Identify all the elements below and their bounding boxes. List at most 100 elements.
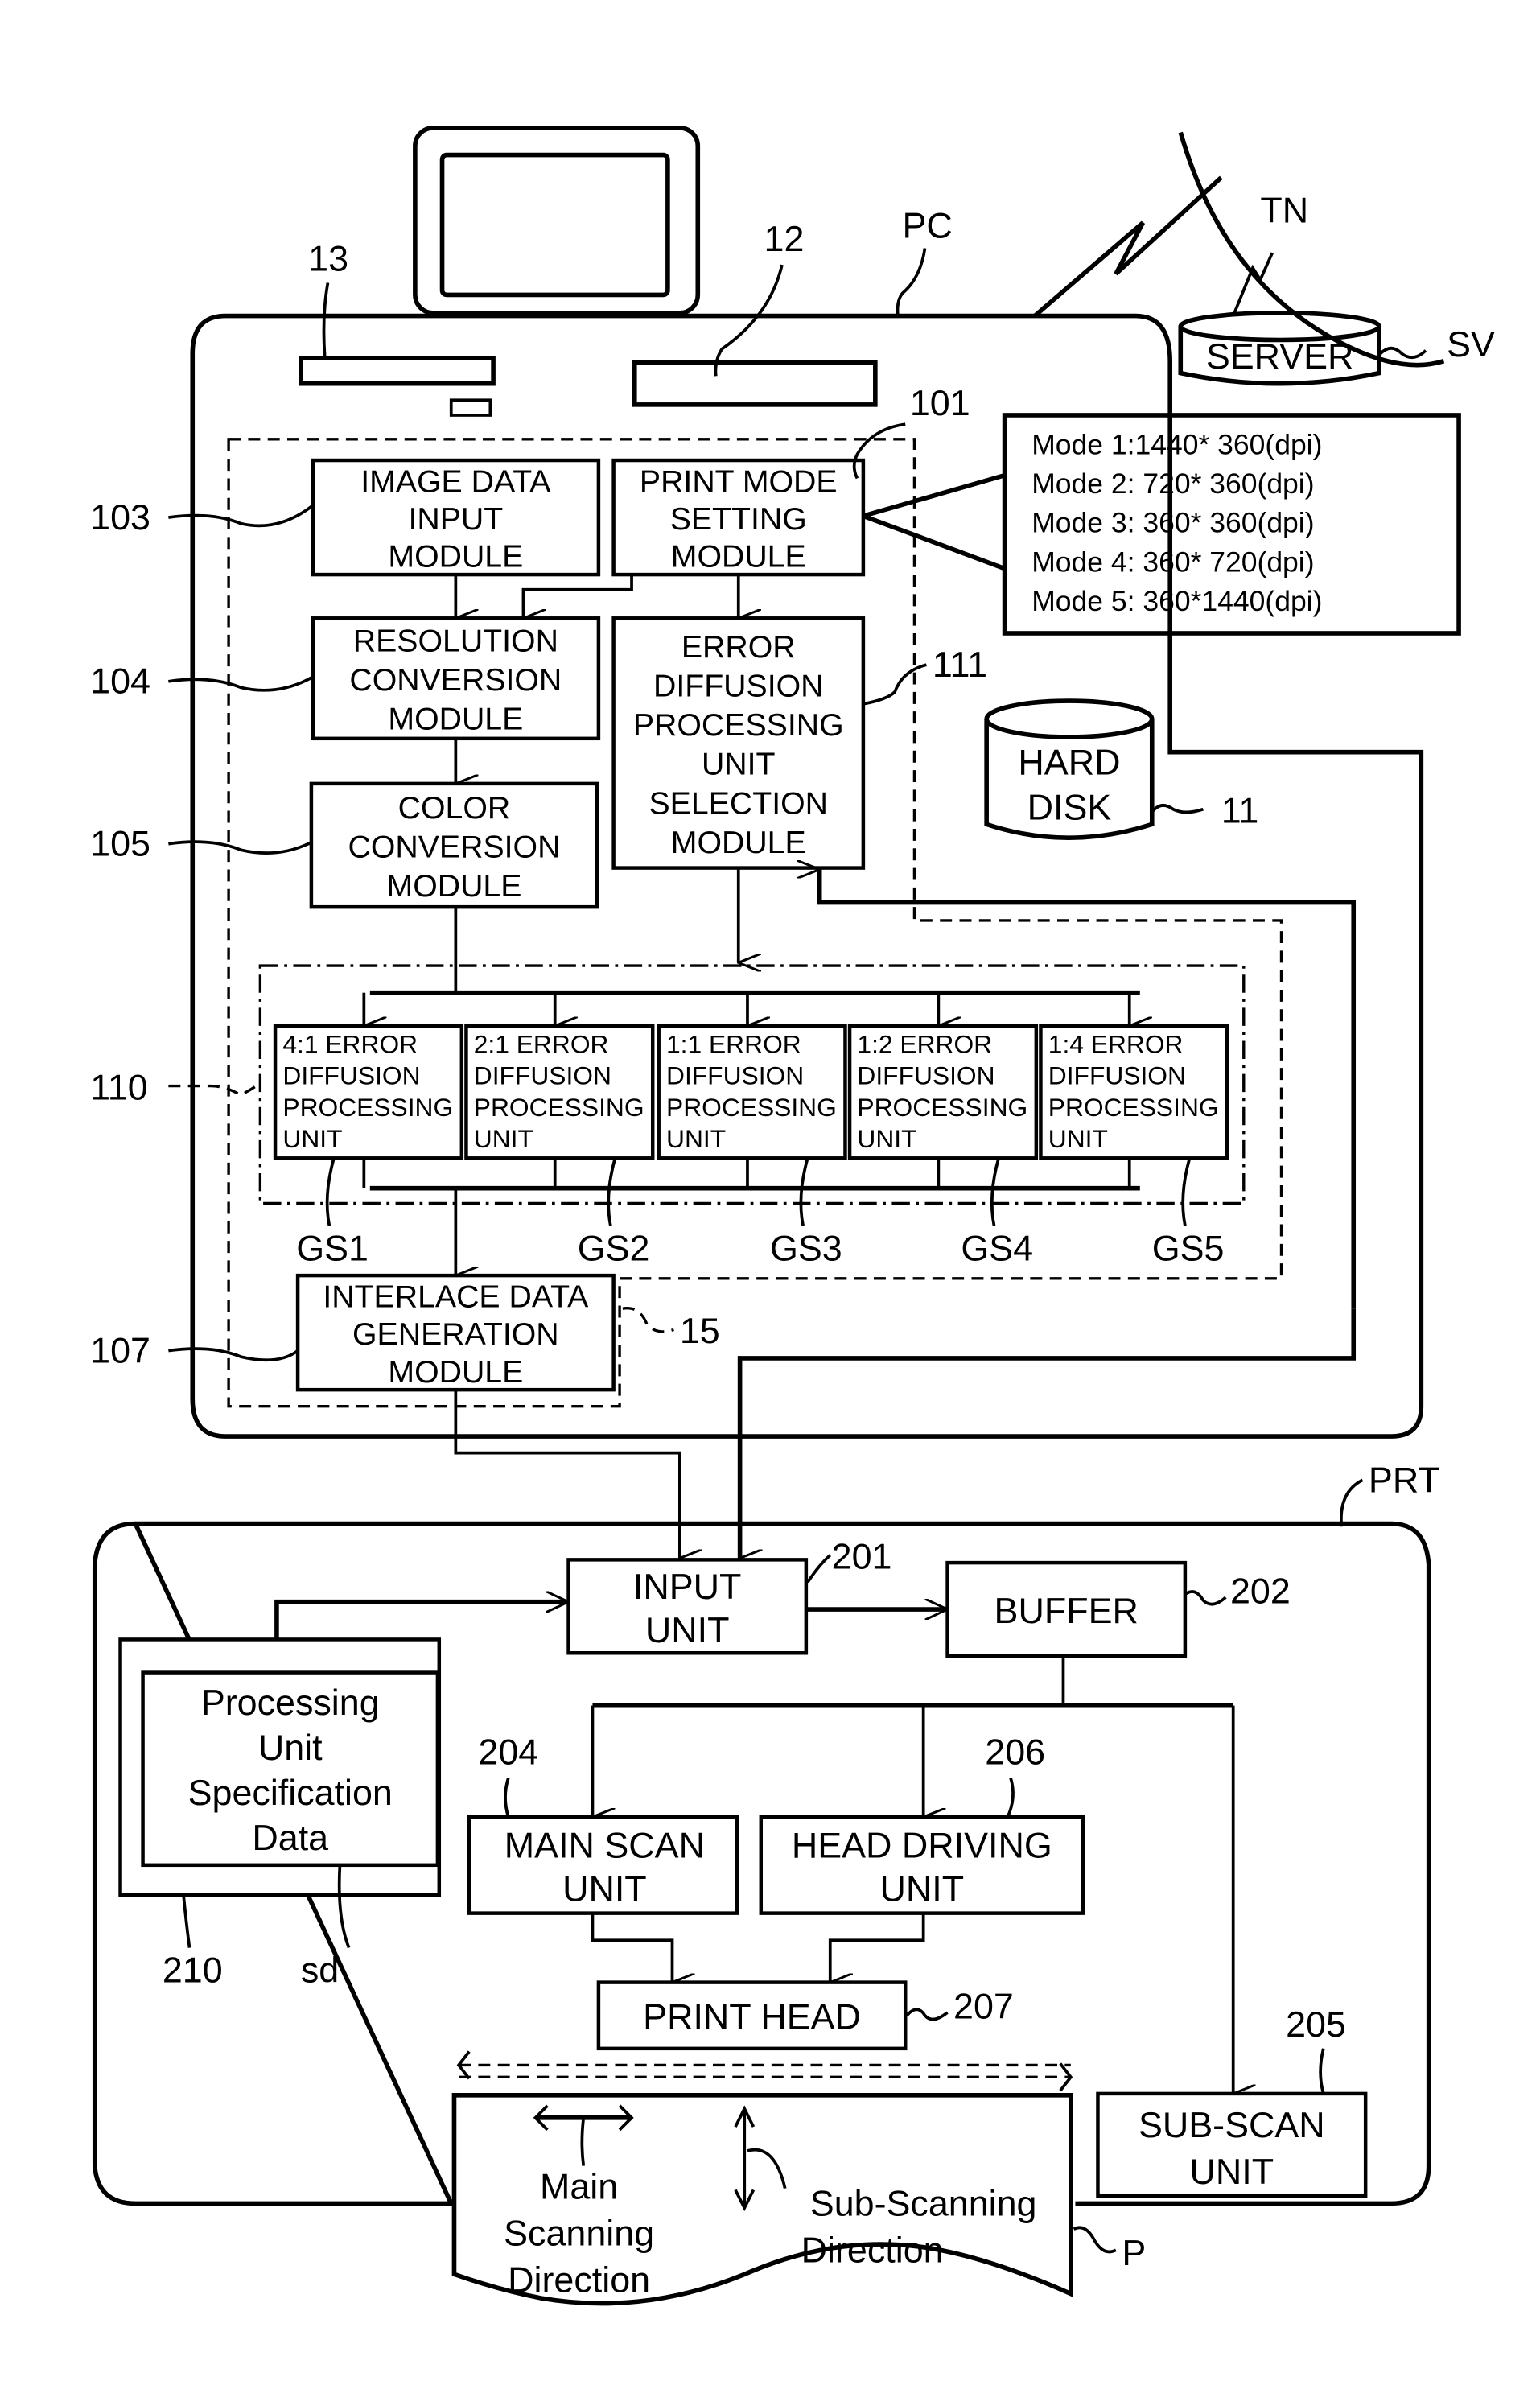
text-line: UNIT	[702, 747, 776, 782]
print-mode-5: Mode 5: 360*1440(dpi)	[1031, 585, 1322, 617]
hard-disk-icon[interactable]: HARD DISK	[984, 698, 1155, 840]
input-unit[interactable]: INPUT UNIT	[566, 1558, 809, 1655]
text-line: MODULE	[388, 702, 523, 737]
callout-lines	[862, 473, 1006, 571]
data-line	[454, 1390, 680, 1558]
resolution-conversion-module[interactable]: RESOLUTION CONVERSION MODULE	[311, 616, 601, 741]
hard-disk-line: DISK	[1027, 787, 1112, 828]
label-210: 210	[163, 1950, 223, 1991]
leader-prt	[1339, 1478, 1364, 1527]
text-line: MAIN SCAN	[504, 1824, 705, 1865]
text-line: INPUT	[408, 501, 503, 537]
text-line: 1:2 ERROR	[857, 1029, 992, 1058]
error-diffusion-unit-5[interactable]: 1:4 ERROR DIFFUSION PROCESSINGUNIT	[1039, 1024, 1229, 1160]
text-line: BUFFER	[994, 1590, 1139, 1631]
network-curve	[1178, 131, 1445, 368]
text-line: PROCESSING	[633, 707, 844, 743]
spec-data-storage-210[interactable]: Processing Unit Specification Data	[118, 1637, 442, 1897]
leader-pc	[896, 248, 927, 316]
monitor-icon	[413, 126, 701, 315]
label-204: 204	[478, 1732, 538, 1773]
print-mode-2: Mode 2: 720* 360(dpi)	[1031, 468, 1314, 500]
drive-13	[299, 356, 496, 386]
text-line: UNIT	[474, 1124, 533, 1153]
sub-dir-text: Direction	[801, 2229, 944, 2270]
leader-sv	[1379, 346, 1427, 359]
text-line: RESOLUTION	[353, 623, 558, 658]
label-12: 12	[764, 218, 805, 259]
main-scan-unit[interactable]: MAIN SCAN UNIT	[467, 1815, 739, 1915]
print-mode-setting-module[interactable]: PRINT MODE SETTING MODULE	[611, 458, 866, 577]
text-line: PROCESSING	[857, 1093, 1027, 1122]
arrow	[274, 1602, 569, 1640]
label-sv: SV	[1447, 323, 1495, 365]
label-gs4: GS4	[961, 1227, 1033, 1268]
text-line: CONVERSION	[348, 829, 561, 864]
text-line: INTERLACE DATA	[323, 1279, 589, 1314]
text-line: PRINT MODE	[640, 463, 838, 499]
text-line: Specification	[188, 1772, 393, 1813]
error-diffusion-unit-3[interactable]: 1:1 ERROR DIFFUSION PROCESSINGUNIT	[657, 1024, 847, 1160]
text-line: MODULE	[387, 868, 522, 904]
color-conversion-module[interactable]: COLOR CONVERSION MODULE	[309, 781, 599, 909]
buffer[interactable]: BUFFER	[945, 1560, 1188, 1658]
text-line: PROCESSING	[474, 1093, 644, 1122]
text-line: MODULE	[388, 539, 523, 575]
leader-12	[714, 264, 784, 377]
server-label: SERVER	[1206, 336, 1354, 377]
text-line: PROCESSING	[666, 1093, 837, 1122]
text-line: MODULE	[671, 825, 806, 860]
drive-button	[449, 398, 492, 417]
print-head[interactable]: PRINT HEAD	[596, 1980, 908, 2051]
label-tn: TN	[1260, 190, 1308, 231]
main-scanning-direction-icon	[533, 2104, 634, 2166]
error-diffusion-unit-2[interactable]: 2:1 ERROR DIFFUSION PROCESSINGUNIT	[464, 1024, 655, 1160]
label-104: 104	[90, 661, 150, 702]
head-driving-unit[interactable]: HEAD DRIVING UNIT	[759, 1815, 1085, 1915]
main-dir-text: Main	[540, 2166, 618, 2207]
print-mode-1: Mode 1:1440* 360(dpi)	[1031, 429, 1322, 461]
label-207: 207	[953, 1985, 1014, 2026]
leader-210	[182, 1895, 191, 1948]
server-icon[interactable]: SERVER	[1178, 311, 1381, 386]
label-105: 105	[90, 823, 150, 864]
sub-scan-unit[interactable]: SUB-SCAN UNIT	[1096, 2091, 1368, 2198]
text-line: Data	[252, 1817, 328, 1858]
label-p: P	[1122, 2232, 1146, 2273]
leader-105	[168, 840, 312, 855]
label-15: 15	[680, 1310, 720, 1351]
sub-scanning-direction-icon	[734, 2105, 787, 2212]
error-diffusion-selection-module[interactable]: ERROR DIFFUSION PROCESSING UNIT SELECTIO…	[611, 616, 866, 870]
label-gs1: GS1	[296, 1227, 369, 1268]
arrow	[591, 1913, 672, 1983]
text-line: UNIT	[562, 1868, 647, 1909]
leader-gs1	[325, 1157, 336, 1226]
text-line: DIFFUSION	[666, 1061, 804, 1090]
patent-diagram: TN SERVER SV PC 13 12 IMAGE DATA INPUT M…	[90, 126, 1495, 2306]
leader-104	[168, 675, 314, 692]
interlace-data-generation-module[interactable]: INTERLACE DATA GENERATION MODULE	[295, 1273, 616, 1392]
leader-gs2	[607, 1157, 617, 1226]
error-diffusion-unit-4[interactable]: 1:2 ERROR DIFFUSION PROCESSINGUNIT	[847, 1024, 1039, 1160]
leader-205	[1319, 2048, 1325, 2095]
label-202: 202	[1230, 1571, 1291, 1612]
label-107: 107	[90, 1330, 150, 1371]
text-line: ERROR	[681, 629, 796, 665]
leader-103	[168, 504, 314, 528]
leader-gs3	[799, 1157, 809, 1226]
text-line: SUB-SCAN	[1139, 2104, 1325, 2145]
leader-gs4	[990, 1157, 1000, 1226]
data-line-2	[737, 1308, 1357, 1558]
label-prt: PRT	[1369, 1459, 1440, 1500]
text-line: UNIT	[645, 1609, 730, 1650]
image-data-input-module[interactable]: IMAGE DATA INPUT MODULE	[311, 458, 601, 577]
error-diffusion-unit-1[interactable]: 4:1 ERROR DIFFUSION PROCESSINGUNIT	[273, 1024, 464, 1160]
leader-15	[622, 1307, 674, 1333]
text-line: DIFFUSION	[653, 668, 824, 703]
text-line: INPUT	[633, 1566, 742, 1607]
text-line: UNIT	[282, 1124, 342, 1153]
leader-11	[1151, 804, 1204, 814]
label-111: 111	[933, 644, 987, 685]
text-line: 1:1 ERROR	[666, 1029, 801, 1058]
text-line: PROCESSING	[282, 1093, 453, 1122]
